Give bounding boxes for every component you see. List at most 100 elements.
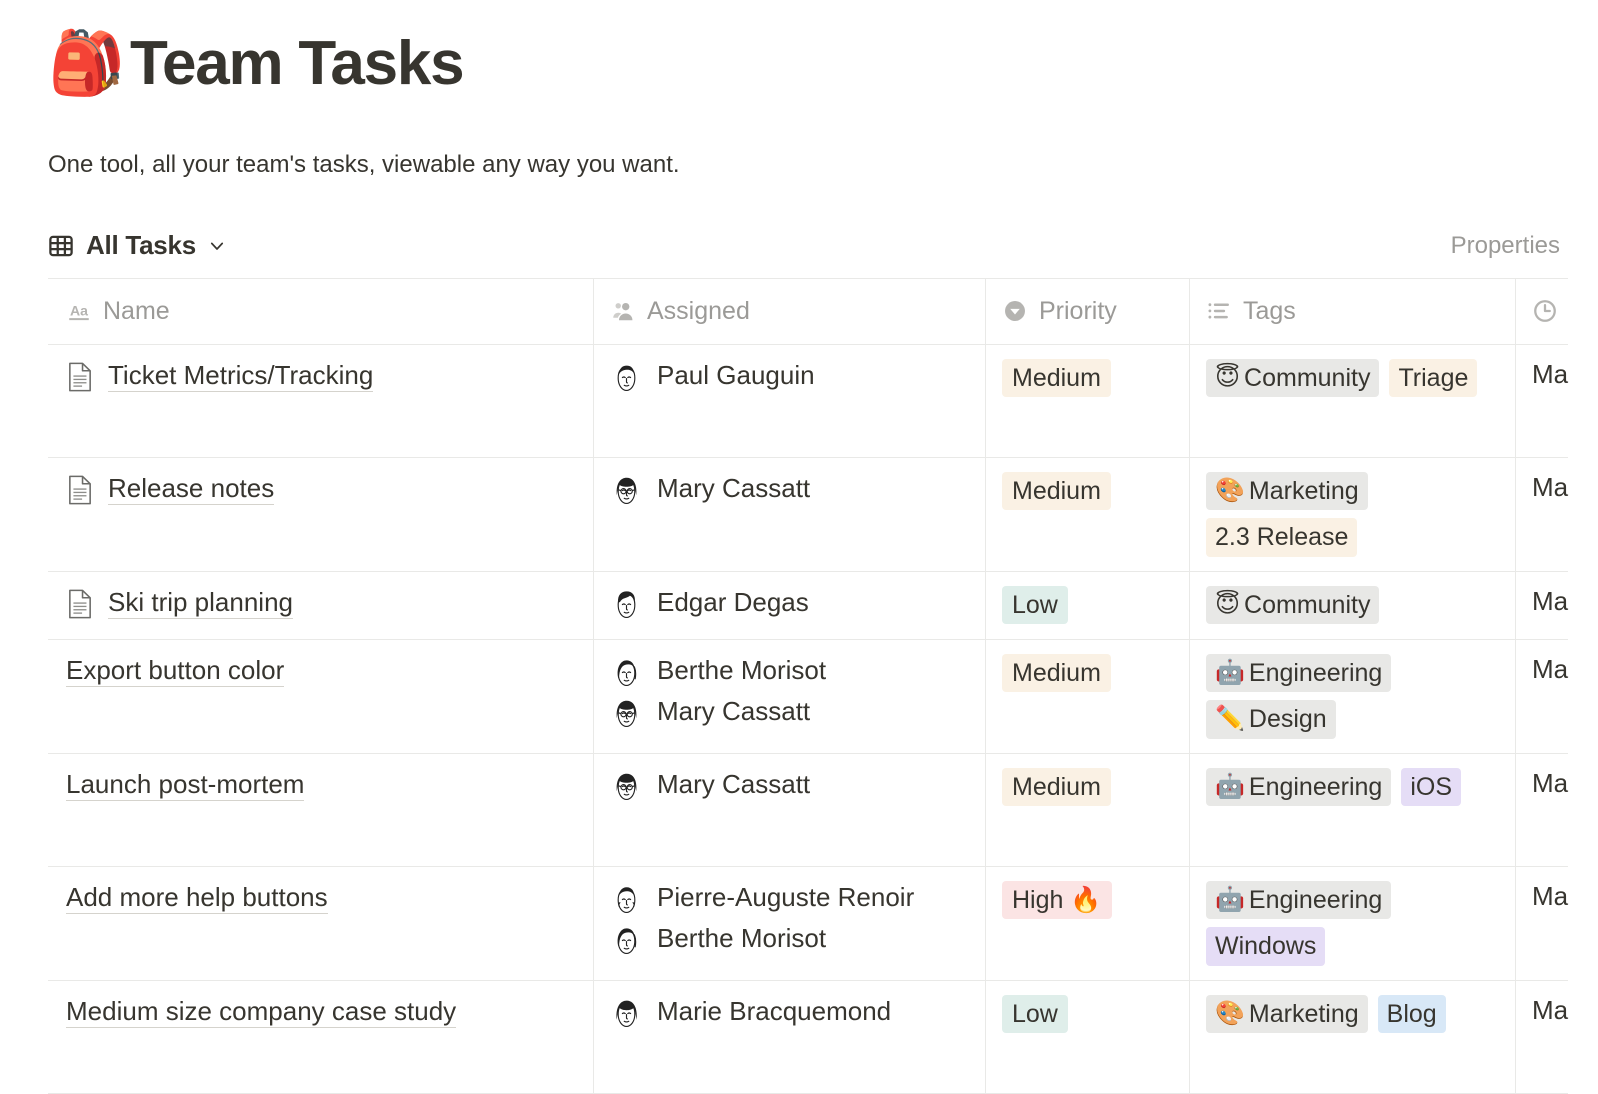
view-tab-label: All Tasks — [86, 230, 196, 261]
priority-badge: Medium — [1002, 359, 1111, 398]
task-name-link[interactable]: Launch post-mortem — [66, 768, 304, 802]
date-value: Ma — [1532, 586, 1568, 616]
tag-badge: 😇Community — [1206, 586, 1379, 625]
page-header: 🎒 Team Tasks — [48, 0, 1568, 112]
cell-tags[interactable]: 😇Community — [1190, 572, 1516, 639]
cell-tags[interactable]: 🤖Engineering iOS — [1190, 754, 1516, 866]
person-icon — [610, 298, 636, 324]
date-value: Ma — [1532, 881, 1568, 911]
assignee: Marie Bracquemond — [610, 995, 969, 1028]
table-row[interactable]: Add more help buttons Pierre-Auguste Reno… — [48, 867, 1568, 981]
cell-date[interactable]: Ma — [1516, 867, 1598, 980]
cell-tags[interactable]: 🤖Engineering Windows — [1190, 867, 1516, 980]
cell-priority[interactable]: Medium — [986, 345, 1190, 457]
assignee: Berthe Morisot — [610, 654, 969, 687]
table-row[interactable]: Release notes Mary Cassatt Medium 🎨Marketin… — [48, 458, 1568, 572]
cell-date[interactable]: Ma — [1516, 572, 1598, 639]
cell-date[interactable]: Ma — [1516, 640, 1598, 753]
cell-priority[interactable]: Low — [986, 981, 1190, 1093]
avatar-paul-gauguin — [610, 359, 643, 392]
page-description: One tool, all your team's tasks, viewabl… — [48, 148, 1568, 182]
task-name-link[interactable]: Add more help buttons — [66, 881, 328, 915]
date-value: Ma — [1532, 654, 1568, 684]
priority-badge: Medium — [1002, 768, 1111, 807]
cell-priority[interactable]: Medium — [986, 640, 1190, 753]
column-header-name[interactable]: Aa Name — [48, 279, 594, 344]
tag-badge: 🎨Marketing — [1206, 472, 1368, 511]
column-header-tags-label: Tags — [1243, 297, 1296, 326]
avatar-berthe-morisot — [610, 922, 643, 955]
notion-database-page: 🎒 Team Tasks One tool, all your team's t… — [0, 0, 1598, 982]
tag-list: 😇CommunityTriage — [1206, 359, 1499, 398]
column-header-date[interactable] — [1516, 279, 1598, 344]
tag-emoji-icon: ✏️ — [1215, 707, 1245, 731]
cell-priority[interactable]: Medium — [986, 754, 1190, 866]
tag-emoji-icon: 🎨 — [1215, 479, 1245, 503]
cell-priority[interactable]: High 🔥 — [986, 867, 1190, 980]
tag-emoji-icon: 😇 — [1215, 366, 1240, 390]
cell-date[interactable]: Ma — [1516, 981, 1598, 1093]
cell-assigned[interactable]: Mary Cassatt — [594, 458, 986, 571]
cell-priority[interactable]: Low — [986, 572, 1190, 639]
column-header-tags[interactable]: Tags — [1190, 279, 1516, 344]
cell-name: Ski trip planning — [48, 572, 594, 639]
table-row[interactable]: Launch post-mortem Mary Cassatt Medium 🤖Eng… — [48, 754, 1568, 867]
assignee-name: Mary Cassatt — [657, 696, 810, 727]
cell-tags[interactable]: 🎨Marketing 2.3 Release — [1190, 458, 1516, 571]
tag-list: 😇Community — [1206, 586, 1499, 625]
tag-badge: 2.3 Release — [1206, 518, 1357, 557]
date-value: Ma — [1532, 995, 1568, 1025]
cell-assigned[interactable]: Mary Cassatt — [594, 754, 986, 866]
priority-badge: Medium — [1002, 472, 1111, 511]
tag-label: Engineering — [1249, 772, 1382, 803]
avatar-berthe-morisot — [610, 654, 643, 687]
priority-badge: High 🔥 — [1002, 881, 1112, 920]
cell-assigned[interactable]: Berthe Morisot Mary Cassatt — [594, 640, 986, 753]
assignee-name: Mary Cassatt — [657, 769, 810, 800]
date-value: Ma — [1532, 768, 1568, 798]
cell-tags[interactable]: 😇CommunityTriage — [1190, 345, 1516, 457]
cell-date[interactable]: Ma — [1516, 458, 1598, 571]
table-row[interactable]: Export button color Berthe Morisot Mary Ca… — [48, 640, 1568, 754]
tag-badge: 🎨Marketing — [1206, 995, 1368, 1034]
cell-date[interactable]: Ma — [1516, 754, 1598, 866]
cell-assigned[interactable]: Edgar Degas — [594, 572, 986, 639]
assignee: Berthe Morisot — [610, 922, 969, 955]
tag-badge: 🤖Engineering — [1206, 881, 1391, 920]
column-header-assigned-label: Assigned — [647, 297, 750, 326]
table-row[interactable]: Medium size company case study Marie Brac… — [48, 981, 1568, 1094]
task-name-link[interactable]: Ski trip planning — [108, 586, 293, 620]
view-tab-all-tasks[interactable]: All Tasks — [48, 230, 226, 261]
table-row[interactable]: Ticket Metrics/Tracking Paul Gauguin Mediu… — [48, 345, 1568, 458]
task-name-link[interactable]: Release notes — [108, 472, 274, 506]
avatar-mary-cassatt — [610, 695, 643, 728]
table-row[interactable]: Ski trip planning Edgar DegasLow 😇Communit… — [48, 572, 1568, 640]
tag-emoji-icon: 🤖 — [1215, 775, 1245, 799]
column-header-name-label: Name — [103, 297, 170, 326]
select-circle-icon — [1002, 298, 1028, 324]
column-header-priority[interactable]: Priority — [986, 279, 1190, 344]
tag-label: iOS — [1410, 772, 1452, 803]
tag-list: 🤖Engineering Windows — [1206, 881, 1499, 966]
tag-label: Blog — [1387, 999, 1437, 1030]
page-document-icon — [66, 475, 94, 505]
cell-tags[interactable]: 🤖Engineering✏️Design — [1190, 640, 1516, 753]
tag-emoji-icon: 🤖 — [1215, 661, 1245, 685]
cell-assigned[interactable]: Pierre-Auguste RenoirBerthe Morisot — [594, 867, 986, 980]
task-name-link[interactable]: Ticket Metrics/Tracking — [108, 359, 373, 393]
cell-priority[interactable]: Medium — [986, 458, 1190, 571]
task-name-link[interactable]: Export button color — [66, 654, 284, 688]
task-name-link[interactable]: Medium size company case study — [66, 995, 456, 1029]
tag-label: Engineering — [1249, 885, 1382, 916]
cell-assigned[interactable]: Paul Gauguin — [594, 345, 986, 457]
cell-tags[interactable]: 🎨Marketing Blog — [1190, 981, 1516, 1093]
tag-emoji-icon: 😇 — [1215, 593, 1240, 617]
column-header-assigned[interactable]: Assigned — [594, 279, 986, 344]
tag-badge: ✏️Design — [1206, 700, 1336, 739]
tag-label: Windows — [1215, 931, 1316, 962]
cell-assigned[interactable]: Marie Bracquemond — [594, 981, 986, 1093]
cell-date[interactable]: Ma — [1516, 345, 1598, 457]
assignee-name: Paul Gauguin — [657, 360, 815, 391]
table-grid-icon — [48, 233, 74, 259]
properties-button[interactable]: Properties — [1451, 232, 1568, 260]
